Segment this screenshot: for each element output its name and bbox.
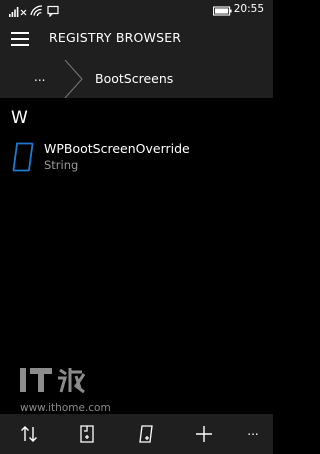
sort-button[interactable] — [9, 414, 49, 454]
group-header-letter: W — [11, 108, 28, 128]
list-item[interactable]: WPBootScreenOverride String — [0, 138, 273, 178]
breadcrumb-parent-label: ... — [34, 70, 46, 84]
new-key-button[interactable] — [67, 414, 107, 454]
new-key-icon — [80, 425, 94, 443]
breadcrumb-parent[interactable]: ... — [0, 59, 83, 99]
entry-type: String — [44, 158, 79, 172]
ithome-logo — [18, 362, 102, 400]
add-button[interactable] — [184, 414, 224, 454]
breadcrumb-current: BootScreens — [95, 71, 174, 86]
sort-icon — [21, 426, 37, 442]
breadcrumb: ... BootScreens — [0, 59, 273, 99]
status-bar: 20:55 — [0, 0, 273, 18]
entry-name: WPBootScreenOverride — [44, 141, 190, 156]
string-value-icon — [12, 142, 34, 176]
new-value-button[interactable] — [126, 414, 166, 454]
clock-time: 20:55 — [233, 3, 264, 15]
app-header: REGISTRY BROWSER — [0, 18, 273, 60]
phone-screen: 20:55 REGISTRY BROWSER ... BootScreens W — [0, 0, 273, 454]
page-title: REGISTRY BROWSER — [49, 30, 182, 45]
more-options-button[interactable]: ... — [238, 424, 268, 444]
watermark-url: www.ithome.com — [20, 402, 111, 414]
chevron-right-icon — [64, 59, 84, 102]
new-value-icon — [139, 425, 153, 443]
app-bar: ... — [0, 414, 273, 454]
add-icon — [196, 426, 212, 442]
hamburger-icon[interactable] — [11, 32, 29, 46]
